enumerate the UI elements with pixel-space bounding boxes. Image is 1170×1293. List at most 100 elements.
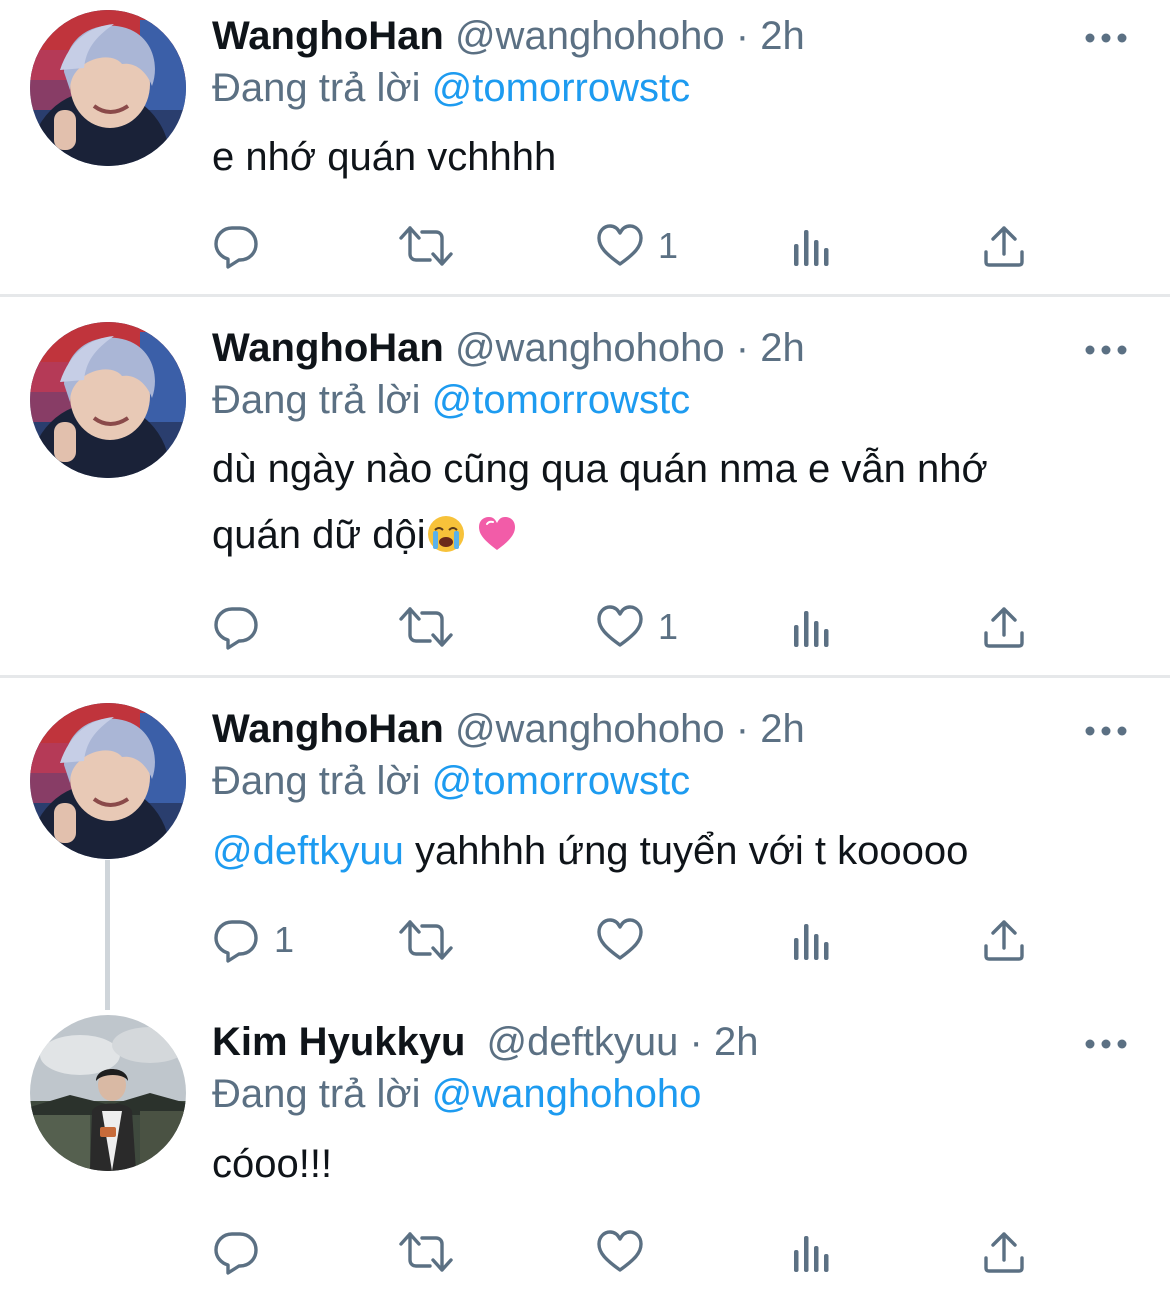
tweet-body-line: dù ngày nào cũng qua quán nma e vẫn nhớ	[212, 447, 988, 491]
share-icon	[980, 222, 1028, 270]
avatar[interactable]	[30, 703, 186, 859]
analytics-button[interactable]	[788, 603, 836, 651]
replying-to: Đang trả lời @tomorrowstc	[212, 757, 690, 805]
analytics-button[interactable]	[788, 1228, 836, 1276]
display-name[interactable]: WanghoHan	[212, 707, 444, 751]
reply-to-mention[interactable]: @tomorrowstc	[432, 66, 690, 110]
reply-to-mention[interactable]: @wanghohoho	[432, 1072, 702, 1116]
reply-button[interactable]: 1	[212, 916, 294, 964]
user-handle[interactable]: @wanghohoho	[455, 326, 725, 370]
tweet-text: cóoo!!!	[212, 1131, 1112, 1197]
share-button[interactable]	[980, 603, 1028, 651]
tweet-header: WanghoHan @wanghohoho · 2h	[212, 324, 805, 372]
like-button[interactable]	[596, 916, 644, 964]
like-count: 1	[658, 606, 679, 647]
retweet-button[interactable]	[398, 222, 454, 270]
replying-to-label: Đang trả lời	[212, 1072, 421, 1116]
timestamp[interactable]: 2h	[714, 1020, 759, 1064]
separator: ·	[735, 14, 750, 58]
action-bar: 1	[212, 222, 1092, 270]
retweet-icon	[398, 222, 454, 270]
reply-button[interactable]	[212, 1228, 260, 1276]
analytics-icon	[788, 916, 836, 964]
like-button[interactable]: 1	[596, 222, 678, 270]
reply-icon	[212, 1228, 260, 1276]
avatar[interactable]	[30, 322, 186, 478]
share-icon	[980, 1228, 1028, 1276]
replying-to-label: Đang trả lời	[212, 378, 421, 422]
retweet-icon	[398, 603, 454, 651]
tweet-body-text: quán dữ dội	[212, 513, 426, 557]
reply-to-mention[interactable]: @tomorrowstc	[432, 759, 690, 803]
crying-face-emoji	[426, 514, 466, 554]
timestamp[interactable]: 2h	[760, 14, 805, 58]
reply-to-mention[interactable]: @tomorrowstc	[432, 378, 690, 422]
heart-icon	[596, 1228, 644, 1276]
replying-to-label: Đang trả lời	[212, 759, 421, 803]
analytics-button[interactable]	[788, 222, 836, 270]
user-handle[interactable]: @wanghohoho	[455, 14, 725, 58]
analytics-icon	[788, 1228, 836, 1276]
tweet-body: cóoo!!!	[212, 1142, 333, 1186]
heart-icon	[596, 916, 644, 964]
display-name[interactable]: WanghoHan	[212, 326, 444, 370]
tweet[interactable]: WanghoHan @wanghohoho · 2h Đang trả lời …	[0, 297, 1170, 677]
retweet-button[interactable]	[398, 1228, 454, 1276]
share-icon	[980, 603, 1028, 651]
action-bar	[212, 1228, 1092, 1276]
pink-heart-emoji	[477, 514, 517, 554]
tweet-body: yahhhh ứng tuyển với t kooooo	[403, 829, 969, 873]
retweet-button[interactable]	[398, 603, 454, 651]
more-icon[interactable]	[1084, 28, 1128, 48]
heart-icon	[596, 222, 644, 270]
analytics-icon	[788, 222, 836, 270]
retweet-icon	[398, 916, 454, 964]
tweet[interactable]: WanghoHan @wanghohoho · 2h Đang trả lời …	[0, 0, 1170, 296]
display-name[interactable]: WanghoHan	[212, 14, 444, 58]
timestamp[interactable]: 2h	[760, 707, 805, 751]
timestamp[interactable]: 2h	[760, 326, 805, 370]
share-button[interactable]	[980, 916, 1028, 964]
heart-icon	[596, 603, 644, 651]
analytics-button[interactable]	[788, 916, 836, 964]
like-button[interactable]	[596, 1228, 644, 1276]
tweet-body: e nhớ quán vchhhh	[212, 135, 557, 179]
reply-icon	[212, 222, 260, 270]
retweet-button[interactable]	[398, 916, 454, 964]
tweet[interactable]: Kim Hyukkyu @deftkyuu · 2h Đang trả lời …	[0, 1000, 1170, 1293]
separator: ·	[689, 1020, 703, 1064]
profile-photo-icon	[30, 322, 186, 478]
more-icon[interactable]	[1084, 721, 1128, 741]
reply-icon	[212, 916, 260, 964]
replying-to-label: Đang trả lời	[212, 66, 421, 110]
reply-icon	[212, 603, 260, 651]
tweet-body-line: quán dữ dội	[212, 502, 1112, 568]
tweet-text: @deftkyuu yahhhh ứng tuyển với t kooooo	[212, 818, 1112, 884]
separator: ·	[735, 707, 750, 751]
like-button[interactable]: 1	[596, 603, 678, 651]
avatar[interactable]	[30, 10, 186, 166]
tweet-header: WanghoHan @wanghohoho · 2h	[212, 705, 805, 753]
share-button[interactable]	[980, 222, 1028, 270]
share-icon	[980, 916, 1028, 964]
profile-photo-icon	[30, 10, 186, 166]
separator: ·	[735, 326, 750, 370]
display-name[interactable]: Kim Hyukkyu	[212, 1020, 465, 1064]
more-icon[interactable]	[1084, 340, 1128, 360]
user-handle[interactable]: @deftkyuu	[487, 1020, 679, 1064]
avatar[interactable]	[30, 1015, 186, 1171]
share-button[interactable]	[980, 1228, 1028, 1276]
retweet-icon	[398, 1228, 454, 1276]
more-icon[interactable]	[1084, 1034, 1128, 1054]
body-mention[interactable]: @deftkyuu	[212, 829, 404, 873]
replying-to: Đang trả lời @tomorrowstc	[212, 376, 690, 424]
tweet[interactable]: WanghoHan @wanghohoho · 2h Đang trả lời …	[0, 678, 1170, 998]
action-bar: 1	[212, 603, 1092, 651]
reply-button[interactable]	[212, 222, 260, 270]
reply-button[interactable]	[212, 603, 260, 651]
user-handle[interactable]: @wanghohoho	[455, 707, 725, 751]
profile-photo-icon	[30, 1015, 186, 1171]
analytics-icon	[788, 603, 836, 651]
tweet-text: e nhớ quán vchhhh	[212, 124, 1112, 190]
like-count: 1	[658, 225, 679, 266]
